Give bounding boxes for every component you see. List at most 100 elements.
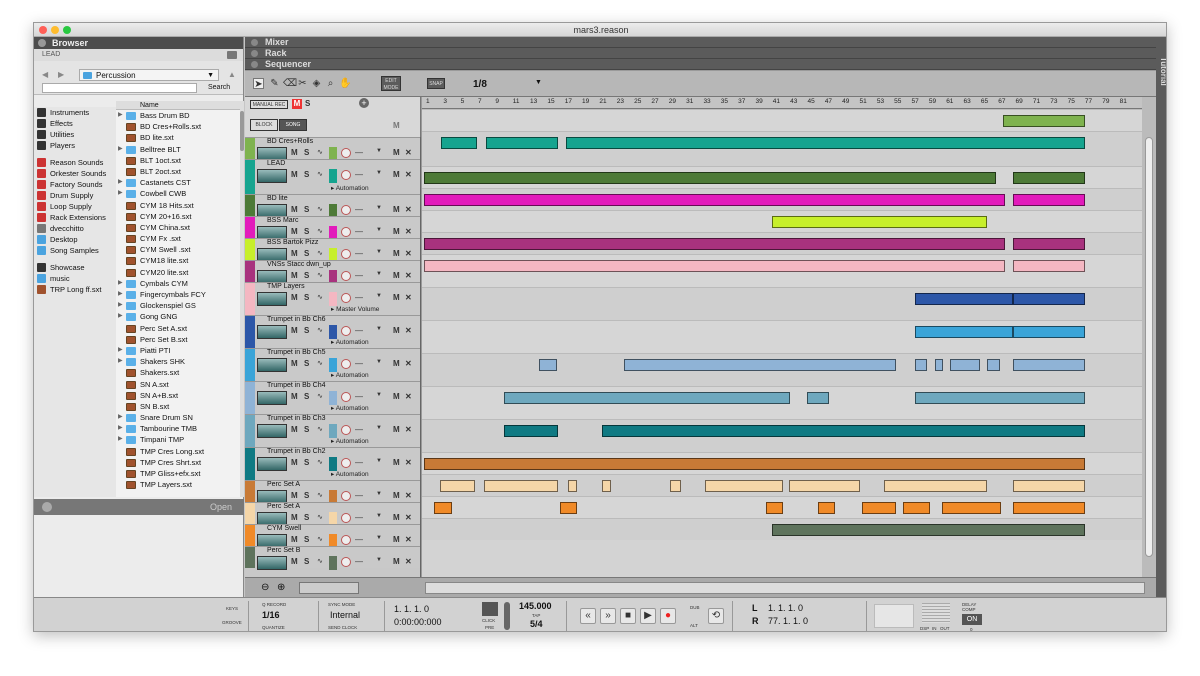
alt-button[interactable]: ALT bbox=[690, 623, 698, 628]
file-row[interactable]: Perc Set A.sxt bbox=[116, 323, 240, 334]
disclosure-icon[interactable]: ▶ bbox=[118, 188, 123, 199]
track-automation-icon[interactable]: ∿ bbox=[317, 170, 323, 178]
track-header[interactable]: Trumpet in Bb Ch4 M S ∿ — ▼ M ✕ ▸ Automat… bbox=[245, 381, 420, 414]
track-color-swatch[interactable] bbox=[329, 556, 337, 570]
file-row[interactable]: SN B.sxt bbox=[116, 401, 240, 412]
chevron-down-icon[interactable]: ▼ bbox=[376, 425, 382, 431]
delete-lane-icon[interactable]: ✕ bbox=[405, 326, 412, 335]
file-row[interactable]: CYM China.sxt bbox=[116, 222, 240, 233]
track-header[interactable]: BD Cres+Rolls M S ∿ — ▼ M ✕ bbox=[245, 137, 420, 161]
track-header[interactable]: CYM Swell M S ∿ — ▼ M ✕ bbox=[245, 524, 420, 548]
clip[interactable] bbox=[1013, 293, 1085, 305]
track-name[interactable]: VNSs Stacc dwn_up bbox=[267, 261, 331, 268]
track-monitor[interactable]: — bbox=[355, 535, 363, 544]
clip[interactable] bbox=[807, 392, 829, 404]
mute-tool-icon[interactable]: ◈ bbox=[311, 78, 322, 89]
track-header[interactable]: TMP Layers M S ∿ — ▼ M ✕ ▸ Master Volume bbox=[245, 282, 420, 315]
track-lane[interactable] bbox=[422, 254, 1142, 287]
dub-button[interactable]: DUB bbox=[690, 605, 700, 610]
delete-lane-icon[interactable]: ✕ bbox=[405, 425, 412, 434]
folder-icon[interactable] bbox=[227, 51, 237, 59]
browser-header[interactable]: Browser bbox=[34, 37, 243, 49]
disclosure-icon[interactable]: ▶ bbox=[118, 278, 123, 289]
chevron-down-icon[interactable]: ▼ bbox=[376, 359, 382, 365]
clip[interactable] bbox=[560, 502, 577, 514]
tempo-value[interactable]: 145.000 bbox=[519, 601, 552, 611]
track-lane[interactable] bbox=[422, 496, 1142, 518]
track-automation-icon[interactable]: ∿ bbox=[317, 491, 323, 499]
song-mode-button[interactable]: SONG bbox=[279, 119, 307, 131]
location-item[interactable]: Effects bbox=[34, 118, 116, 129]
manual-rec-button[interactable]: MANUAL REC bbox=[250, 100, 288, 109]
track-solo-button[interactable]: S bbox=[304, 535, 309, 544]
track-mute-button[interactable]: M bbox=[291, 535, 298, 544]
clip[interactable] bbox=[441, 137, 477, 149]
fast-forward-button[interactable]: » bbox=[600, 608, 616, 624]
lane-mute-button[interactable]: M bbox=[393, 170, 400, 179]
clip[interactable] bbox=[818, 502, 835, 514]
track-monitor[interactable]: — bbox=[355, 227, 363, 236]
up-folder-icon[interactable]: ▲ bbox=[228, 70, 236, 79]
rewind-button[interactable]: « bbox=[580, 608, 596, 624]
delete-lane-icon[interactable]: ✕ bbox=[405, 491, 412, 500]
track-solo-button[interactable]: S bbox=[304, 513, 309, 522]
file-row[interactable]: ▶ Bass Drum BD bbox=[116, 110, 240, 121]
delete-lane-icon[interactable]: ✕ bbox=[405, 148, 412, 157]
disclosure-icon[interactable]: ▶ bbox=[118, 110, 123, 121]
clip[interactable] bbox=[486, 137, 558, 149]
track-name[interactable]: Perc Set A bbox=[267, 481, 300, 488]
razor-icon[interactable]: ✂ bbox=[297, 78, 308, 89]
record-button[interactable]: ● bbox=[660, 608, 676, 624]
keys-label[interactable]: KEYS bbox=[226, 606, 238, 611]
track-mute-button[interactable]: M bbox=[291, 249, 298, 258]
track-automation-icon[interactable]: ∿ bbox=[317, 535, 323, 543]
location-item[interactable]: Utilities bbox=[34, 129, 116, 140]
file-row[interactable]: ▶ Fingercymbals FCY bbox=[116, 289, 240, 300]
file-row[interactable]: ▶ Castanets CST bbox=[116, 177, 240, 188]
file-row[interactable]: ▶ Gong GNG bbox=[116, 311, 240, 322]
location-item[interactable]: Rack Extensions bbox=[34, 212, 116, 223]
clip[interactable] bbox=[440, 480, 475, 492]
disclosure-icon[interactable]: ▶ bbox=[118, 356, 123, 367]
file-row[interactable]: ▶ Cymbals CYM bbox=[116, 278, 240, 289]
track-automation-icon[interactable]: ∿ bbox=[317, 425, 323, 433]
location-item[interactable]: Factory Sounds bbox=[34, 179, 116, 190]
chevron-down-icon[interactable]: ▼ bbox=[376, 205, 382, 211]
track-automation-icon[interactable]: ∿ bbox=[317, 458, 323, 466]
block-mode-button[interactable]: BLOCK bbox=[250, 119, 278, 131]
track-color-swatch[interactable] bbox=[329, 358, 337, 372]
device-thumbnail[interactable] bbox=[257, 169, 287, 183]
clip[interactable] bbox=[484, 480, 558, 492]
disclosure-icon[interactable]: ▶ bbox=[118, 144, 123, 155]
chevron-down-icon[interactable]: ▼ bbox=[376, 392, 382, 398]
chevron-down-icon[interactable]: ▼ bbox=[376, 557, 382, 563]
clip[interactable] bbox=[766, 502, 783, 514]
track-automation-icon[interactable]: ∿ bbox=[317, 513, 323, 521]
song-time[interactable]: 0:00:00:000 bbox=[394, 617, 442, 627]
track-solo-button[interactable]: S bbox=[304, 170, 309, 179]
automation-lane-label[interactable]: ▸ Automation bbox=[331, 404, 369, 412]
track-mute-button[interactable]: M bbox=[291, 392, 298, 401]
track-automation-icon[interactable]: ∿ bbox=[317, 205, 323, 213]
clip[interactable] bbox=[772, 524, 1085, 536]
delete-lane-icon[interactable]: ✕ bbox=[405, 227, 412, 236]
clip[interactable] bbox=[566, 137, 1085, 149]
track-lane[interactable] bbox=[422, 131, 1142, 166]
file-row[interactable]: BD Cres+Rolls.sxt bbox=[116, 121, 240, 132]
lane-mute-button[interactable]: M bbox=[393, 205, 400, 214]
disclosure-icon[interactable]: ▶ bbox=[118, 423, 123, 434]
record-enable-button[interactable] bbox=[341, 458, 351, 468]
snap-dropdown-icon[interactable]: ▼ bbox=[535, 79, 542, 86]
add-icon[interactable] bbox=[42, 502, 52, 512]
track-solo-button[interactable]: S bbox=[304, 458, 309, 467]
location-item[interactable]: music bbox=[34, 273, 116, 284]
track-monitor[interactable]: — bbox=[355, 293, 363, 302]
track-color-swatch[interactable] bbox=[329, 292, 337, 306]
track-mute-button[interactable]: M bbox=[291, 326, 298, 335]
chevron-down-icon[interactable]: ▼ bbox=[376, 535, 382, 541]
file-row[interactable]: ▶ Shakers SHK bbox=[116, 356, 240, 367]
delete-lane-icon[interactable]: ✕ bbox=[405, 271, 412, 280]
track-color-swatch[interactable] bbox=[329, 391, 337, 405]
delete-lane-icon[interactable]: ✕ bbox=[405, 458, 412, 467]
location-item[interactable]: Orkester Sounds bbox=[34, 168, 116, 179]
